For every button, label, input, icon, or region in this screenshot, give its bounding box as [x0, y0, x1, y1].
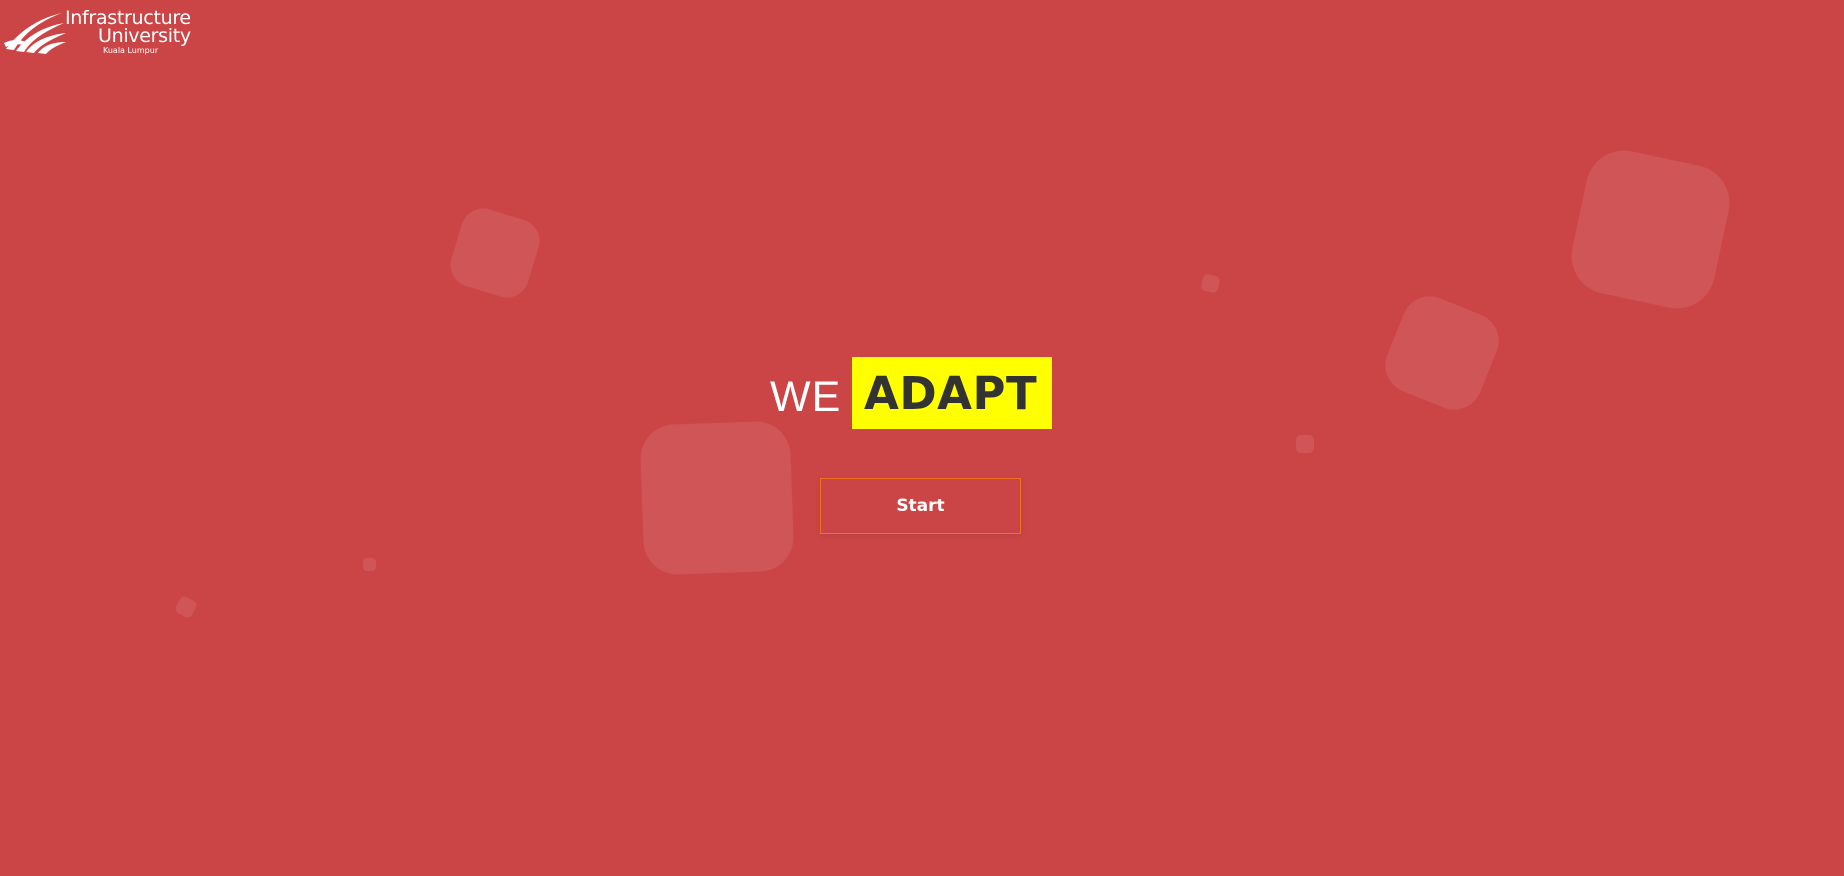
hero-rotating-word: ADAPT [864, 367, 1038, 420]
decorative-shape [445, 203, 545, 303]
university-logo[interactable]: Infrastructure University Kuala Lumpur [4, 7, 191, 57]
decorative-shape [1296, 435, 1314, 453]
open-book-arcs-logo-icon [4, 13, 66, 54]
decorative-shape [639, 420, 795, 576]
decorative-shape [363, 558, 376, 571]
hero-highlight-box: ADAPT [852, 357, 1052, 429]
decorative-shape [1200, 273, 1221, 294]
hero-prefix: WE [770, 373, 842, 421]
start-button[interactable]: Start [820, 478, 1021, 534]
decorative-shape [1564, 143, 1737, 316]
logo-subtitle: Kuala Lumpur [103, 46, 159, 55]
logo-line-2: University [97, 25, 191, 47]
hero-headline: WE ADAPT [0, 357, 1844, 429]
logo-wordmark: Infrastructure University [65, 9, 191, 47]
decorative-shape [173, 594, 199, 620]
